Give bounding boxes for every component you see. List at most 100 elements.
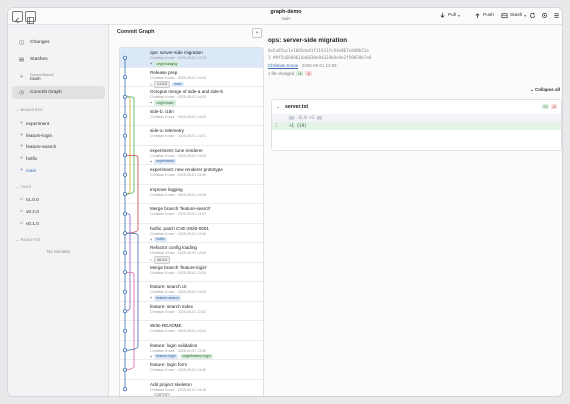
remote-ref-badge[interactable]: origin/staging (154, 61, 180, 67)
author-link[interactable]: Christian Kruse (268, 63, 298, 68)
stash-button[interactable]: Stash ▾ (501, 12, 526, 19)
commit-meta: Christian Kruse · 2025-05-01 13:50 (150, 348, 207, 353)
commit-message: Merge branch 'feature-search' (150, 206, 211, 211)
remotes-section-header[interactable]: ⌄ REMOTES (16, 238, 41, 242)
file-diff-header[interactable]: ⌄ server.txt +1 -0 (272, 100, 561, 114)
commit-message: hotfix: patch CVE-2026-0001 (150, 225, 209, 231)
sidebar-item-tag-v0.1.0[interactable]: ⌂ v0.1.0 (20, 220, 39, 226)
tags-section-header[interactable]: ⌄ TAGS (16, 185, 31, 189)
commit-node (123, 348, 128, 353)
branch-icon: ⑂ (20, 132, 24, 138)
sidebar-item-branch-hotfix[interactable]: ⑂ hotfix (20, 155, 37, 161)
commit-meta: Christian Kruse · 2025-05-01 13:58 (150, 192, 207, 197)
tag-label: v1.0.0 (26, 196, 39, 202)
commit-meta: Christian Kruse · 2025-05-01 13:52 (150, 309, 207, 314)
commit-node (123, 75, 128, 80)
push-label: Push (483, 13, 494, 18)
remote-ref-badge[interactable]: origin/feature-login (179, 353, 213, 359)
commit-parent[interactable]: 1 ##f5a6068614a6830e8d334b0e9e2f98058b7e… (268, 55, 371, 60)
graph-options-button[interactable]: ⑂ (252, 28, 262, 38)
sidebar-item-branch-feature-search[interactable]: ⑂ feature-search (20, 143, 56, 149)
push-button[interactable]: Push (474, 12, 494, 19)
commit-node (123, 270, 128, 275)
commit-node (123, 309, 128, 314)
chevron-down-icon: ⌄ (276, 104, 280, 109)
menu-button[interactable] (553, 12, 560, 19)
diff-code: @@ -0,0 +1 @@ 1 +1 {19} (272, 114, 561, 130)
commit-list[interactable]: Add project skeleton Christian Kruse · 20… (119, 47, 264, 396)
chevron-down-icon: ▾ (524, 13, 527, 18)
branch-label: hotfix (26, 155, 38, 161)
commit-message: experiment: tune renderer (150, 147, 203, 153)
commit-message: experiment: new renderer prototype (150, 167, 223, 172)
refresh-button[interactable] (529, 12, 536, 19)
commit-graph-lanes (123, 55, 139, 392)
file-additions-badge: +1 (541, 104, 549, 109)
commit-meta: Christian Kruse · 2025-05-01 13:59 (150, 173, 207, 177)
pull-button[interactable]: Pull ▾ (439, 12, 460, 19)
commit-refs: ⑂ hotfix (150, 236, 167, 242)
sidebar-item-label: Changes (30, 40, 50, 45)
tag-icon: ⌂ (20, 208, 24, 214)
chevron-down-icon: ▾ (458, 13, 461, 18)
tag-ref-badge[interactable]: v0.1.0 (154, 392, 170, 396)
file-deletions-badge: -0 (550, 104, 557, 109)
branch-icon: ⑂ (150, 353, 153, 359)
branches-section-header[interactable]: ⌄ BRANCHES (16, 108, 43, 112)
commit-node (123, 94, 128, 99)
commit-meta: Christian Kruse · 2025-05-01 14:03 (150, 95, 207, 99)
additions-badge: +1 (296, 71, 304, 76)
graph-lane-line (124, 213, 131, 312)
commit-refs: ⌂ v1.0.0 main (150, 80, 184, 88)
tag-label: v0.1.0 (26, 220, 39, 226)
sidebar-item-branch-experiment[interactable]: ⑂ experiment (20, 120, 49, 126)
local-ref-badge[interactable]: feature-login (154, 353, 178, 359)
file-diff: ⌄ server.txt +1 -0 @@ -0,0 +1 @@ 1 +1 {1… (271, 99, 562, 151)
remote-ref-badge[interactable]: origin/main (154, 100, 176, 106)
branch-icon: ⑂ (20, 155, 24, 161)
tags-header-label: TAGS (20, 185, 32, 189)
commit-refs: ⑂ feature-search (150, 295, 181, 301)
tag-ref-badge[interactable]: v0.2.0 (154, 256, 170, 264)
branch-icon: ⑂ (150, 295, 153, 301)
sidebar-item-tag-v0.2.0[interactable]: ⌂ v0.2.0 (20, 208, 39, 214)
sidebar-item-branch-feature-login[interactable]: ⑂ feature-login (20, 132, 52, 138)
pull-label: Pull (448, 13, 456, 18)
tag-ref-badge[interactable]: v1.0.0 (154, 80, 170, 88)
stash-label: Stash (510, 13, 523, 18)
branch-icon: ⑂ (20, 143, 24, 149)
commit-node (123, 172, 128, 177)
tag-icon: ⌂ (20, 196, 24, 202)
file-stats: +1 -0 (541, 104, 557, 109)
sidebar-item-commit-graph[interactable]: ◷ Commit Graph (12, 86, 105, 99)
local-ref-badge[interactable]: main (171, 81, 184, 87)
commit-node (123, 153, 128, 158)
sidebar-item-branch-main[interactable]: ⑂ main (20, 167, 36, 173)
diff-hunk-header: @@ -0,0 +1 @@ (272, 114, 561, 122)
branch-label: main (26, 167, 37, 173)
commit-node (123, 211, 128, 216)
sidebar-item-changes[interactable]: ◫ Changes (12, 36, 105, 49)
commit-node (123, 133, 128, 138)
settings-button[interactable] (541, 12, 548, 19)
diff-added-line: 1 +1 {19} (272, 122, 561, 130)
local-ref-badge[interactable]: experiment (154, 158, 176, 164)
local-ref-badge[interactable]: hotfix (154, 236, 167, 242)
commit-message: Refactor config loading (150, 245, 197, 250)
commit-hash[interactable]: 6e5a85ac1e1805de01f11931fc94e867e8d8b51e (268, 48, 369, 53)
sidebar-item-tag-v1.0.0[interactable]: ⌂ v1.0.0 (20, 196, 39, 202)
commit-detail-title: ops: server-side migration (268, 37, 348, 44)
commit-node (123, 231, 128, 236)
graph-lane-line (124, 96, 135, 195)
sidebar-item-current-branch[interactable]: ⑂ Current Branch main (12, 69, 105, 85)
commit-meta: Christian Kruse · 2025-05-01 13:48 (150, 387, 207, 392)
branch-icon: ⑂ (20, 167, 24, 173)
commit-message: Release prep (150, 69, 178, 75)
branch-icon: ⑂ (19, 74, 24, 80)
local-ref-badge[interactable]: feature-search (154, 295, 181, 301)
tag-icon: ⌂ (20, 220, 24, 226)
commit-node (123, 387, 128, 392)
sidebar-item-stashes[interactable]: ▤ Stashes (12, 53, 105, 66)
collapse-all-button[interactable]: ⌄ Collapse all (530, 87, 560, 93)
file-name: server.txt (285, 104, 309, 110)
